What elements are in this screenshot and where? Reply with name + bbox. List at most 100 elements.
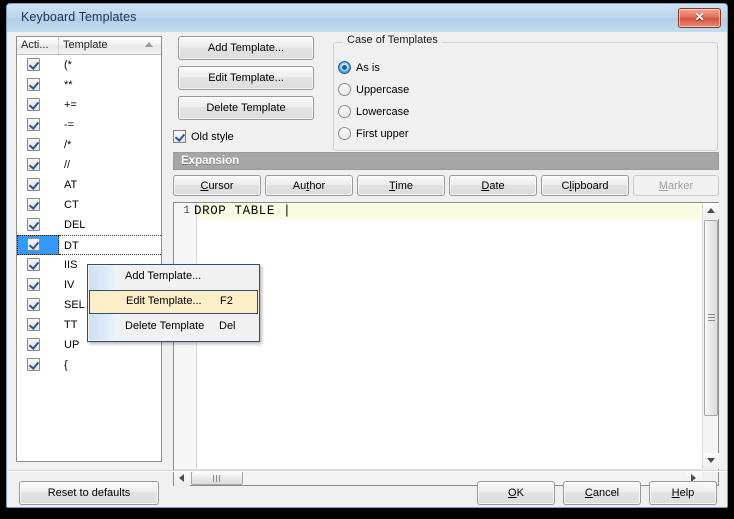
row-template-name: // [59, 155, 161, 175]
close-button[interactable]: ✕ [678, 8, 721, 28]
menu-item-label: Delete Template [125, 320, 204, 332]
row-template-name: += [59, 95, 161, 115]
row-active-checkbox[interactable] [17, 275, 59, 295]
insert-marker-button: Marker [633, 175, 719, 196]
checkbox-checked-icon [27, 238, 40, 251]
checkbox-checked-icon [173, 130, 186, 143]
table-row[interactable]: (* [17, 55, 161, 75]
reset-to-defaults-button[interactable]: Reset to defaults [19, 481, 159, 505]
menu-item-delete-template[interactable]: Delete Template Del [89, 316, 258, 340]
insert-time-button[interactable]: Time [357, 175, 445, 196]
table-row[interactable]: += [17, 95, 161, 115]
checkbox-checked-icon [27, 58, 40, 71]
table-row[interactable]: ** [17, 75, 161, 95]
close-x-icon: ✕ [679, 10, 720, 24]
row-template-name: ** [59, 75, 161, 95]
line-number: 1 [174, 205, 190, 217]
row-active-checkbox[interactable] [17, 335, 59, 355]
checkbox-checked-icon [27, 278, 40, 291]
old-style-label: Old style [191, 129, 234, 145]
expansion-header-label: Expansion [181, 155, 239, 167]
editor-code-text[interactable]: DROP TABLE | [194, 204, 291, 218]
checkbox-checked-icon [27, 98, 40, 111]
footer-divider-highlight [7, 471, 727, 472]
help-button[interactable]: Help [649, 481, 717, 505]
editor-gutter: 1 [174, 203, 197, 485]
list-header: Acti... Template [17, 37, 161, 55]
vertical-scrollbar-thumb[interactable] [704, 220, 718, 416]
title-bar: Keyboard Templates ✕ [7, 4, 727, 33]
row-active-checkbox[interactable] [17, 195, 59, 215]
row-active-checkbox[interactable] [17, 155, 59, 175]
table-row[interactable]: // [17, 155, 161, 175]
checkbox-checked-icon [27, 258, 40, 271]
row-active-checkbox[interactable] [17, 55, 59, 75]
checkbox-checked-icon [27, 198, 40, 211]
row-active-checkbox[interactable] [17, 235, 59, 255]
row-active-checkbox[interactable] [17, 95, 59, 115]
ascending-sort-triangle-icon [145, 42, 153, 47]
scroll-up-arrow-icon[interactable] [703, 203, 719, 219]
menu-item-label: Add Template... [125, 270, 201, 282]
radio-label-lowercase: Lowercase [356, 104, 409, 120]
insert-date-button[interactable]: Date [449, 175, 537, 196]
table-row[interactable]: DT [17, 235, 161, 255]
ok-button[interactable]: OK [477, 481, 555, 505]
radio-label-as-is: As is [356, 60, 380, 76]
row-active-checkbox[interactable] [17, 135, 59, 155]
expansion-code-editor[interactable]: 1 DROP TABLE | [173, 202, 719, 486]
row-template-name: /* [59, 135, 161, 155]
expansion-section-header: Expansion [173, 152, 719, 170]
row-active-checkbox[interactable] [17, 355, 59, 375]
insert-cursor-button[interactable]: Cursor [173, 175, 261, 196]
menu-item-edit-template[interactable]: Edit Template... F2 [89, 290, 258, 314]
checkbox-checked-icon [27, 318, 40, 331]
scroll-down-arrow-icon[interactable] [703, 453, 719, 469]
checkbox-checked-icon [27, 138, 40, 151]
row-template-name: DT [59, 235, 161, 255]
radio-empty-icon [338, 105, 351, 118]
context-menu: Add Template... Edit Template... F2 Dele… [87, 264, 260, 342]
scroll-left-arrow-icon[interactable] [174, 470, 190, 486]
row-template-name: AT [59, 175, 161, 195]
editor-vertical-scrollbar[interactable] [702, 203, 718, 469]
delete-template-button[interactable]: Delete Template [178, 96, 314, 120]
checkbox-checked-icon [27, 338, 40, 351]
templates-list[interactable]: Acti... Template (***+=-=/*//ATCTDELDTII… [16, 36, 162, 462]
row-template-name: -= [59, 115, 161, 135]
table-row[interactable]: { [17, 355, 161, 375]
table-row[interactable]: /* [17, 135, 161, 155]
list-rows: (***+=-=/*//ATCTDELDTIISIVSELTTUP{ [17, 55, 161, 461]
insert-author-button[interactable]: Author [265, 175, 353, 196]
menu-item-shortcut: F2 [220, 295, 233, 307]
menu-item-add-template[interactable]: Add Template... [89, 266, 258, 290]
table-row[interactable]: -= [17, 115, 161, 135]
cancel-button[interactable]: Cancel [563, 481, 641, 505]
insert-clipboard-button[interactable]: Clipboard [541, 175, 629, 196]
checkbox-checked-icon [27, 78, 40, 91]
edit-template-button[interactable]: Edit Template... [178, 66, 314, 90]
table-row[interactable]: DEL [17, 215, 161, 235]
checkbox-checked-icon [27, 158, 40, 171]
column-header-active[interactable]: Acti... [17, 37, 59, 54]
row-template-name: { [59, 355, 161, 375]
checkbox-checked-icon [27, 358, 40, 371]
radio-empty-icon [338, 83, 351, 96]
horizontal-scrollbar-thumb[interactable] [191, 471, 243, 485]
row-active-checkbox[interactable] [17, 115, 59, 135]
row-active-checkbox[interactable] [17, 215, 59, 235]
row-active-checkbox[interactable] [17, 75, 59, 95]
menu-item-shortcut: Del [219, 320, 236, 332]
row-template-name: DEL [59, 215, 161, 235]
menu-item-label: Edit Template... [126, 295, 202, 307]
table-row[interactable]: AT [17, 175, 161, 195]
row-active-checkbox[interactable] [17, 175, 59, 195]
checkbox-checked-icon [27, 218, 40, 231]
row-active-checkbox[interactable] [17, 315, 59, 335]
row-active-checkbox[interactable] [17, 295, 59, 315]
row-active-checkbox[interactable] [17, 255, 59, 275]
radio-selected-icon [338, 61, 351, 74]
add-template-button[interactable]: Add Template... [178, 36, 314, 60]
table-row[interactable]: CT [17, 195, 161, 215]
checkbox-checked-icon [27, 178, 40, 191]
